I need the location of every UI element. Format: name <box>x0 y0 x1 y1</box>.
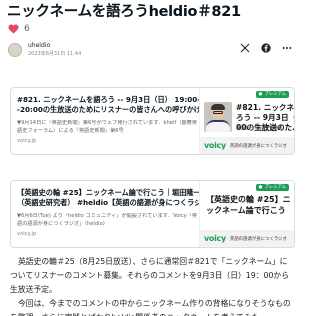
author-date: 2023年8月31日 11:44 <box>28 51 82 57</box>
heart-icon[interactable] <box>8 24 19 34</box>
article-title: ニックネームを語ろうheldio＃821 <box>7 4 241 20</box>
card-description: ▼9月14日に『英語史新聞』第6号がウェブ発行されています．khelf（慶應英語… <box>17 120 198 134</box>
premium-badge: ● プレミアム <box>255 184 289 191</box>
premium-badge: ● プレミアム <box>255 91 289 98</box>
voicy-logo-icon: voicy <box>204 234 226 243</box>
host-photo <box>204 102 232 132</box>
card-text: 【英語史の輪 #25】ニックネーム論で行こう｜堀田隆一（英語史研究者） #hel… <box>17 188 202 237</box>
more-icon[interactable] <box>282 43 292 53</box>
card-text: #821. ニックネームを語ろう -- 9月3日（日） 19:00--20:00… <box>17 95 202 144</box>
thumbnail-footer: voicy 英語の語源が身につくラジオ <box>200 230 294 247</box>
body-paragraph: 今回は、今までのコメントの中からニックネーム作りの背格になりそうなものを整理、さ… <box>10 299 291 316</box>
premium-badge-label: プレミアム <box>264 92 286 97</box>
thumbnail-host: 堀田隆一（英語史研究者） <box>236 125 287 130</box>
card-host: voicy.jp <box>17 231 37 237</box>
card-title[interactable]: 【英語史の輪 #25】ニックネーム論で行こう｜堀田隆一（英語史研究者） #hel… <box>17 188 202 208</box>
facebook-icon[interactable] <box>261 43 271 53</box>
card-thumbnail[interactable]: ● プレミアム #821. ニックネームを ろう -- 9月3日（日） 00の生… <box>199 88 294 154</box>
card-host: voicy.jp <box>17 138 37 144</box>
link-card-wa-25[interactable]: 【英語史の輪 #25】ニックネーム論で行こう｜堀田隆一（英語史研究者） #hel… <box>10 180 295 248</box>
author-name[interactable]: uheldio <box>28 42 81 50</box>
avatar[interactable] <box>8 43 22 57</box>
author-meta: uheldio 2023年8月31日 11:44 <box>28 42 81 58</box>
thumbnail-title: 【英語史の輪 #25】ニ ックネーム論で行こう <box>206 195 291 215</box>
card-title[interactable]: #821. ニックネームを語ろう -- 9月3日（日） 19:00--20:00… <box>17 95 202 115</box>
link-card-821[interactable]: #821. ニックネームを語ろう -- 9月3日（日） 19:00--20:00… <box>10 87 295 155</box>
share-icons <box>240 43 292 53</box>
author-row: uheldio 2023年8月31日 11:44 <box>8 40 294 60</box>
article-body: 英語史の輪＃25（8月25日放送）、さらに通常回＃821で「ニックネーム」につい… <box>10 255 295 316</box>
thumbnail-footer-text: 英語の語源が身につくラジオ <box>229 236 287 242</box>
like-row: 6 <box>8 24 30 34</box>
like-count: 6 <box>24 24 30 34</box>
x-icon[interactable] <box>240 43 250 53</box>
premium-icon: ● <box>258 92 263 97</box>
card-thumbnail[interactable]: ● プレミアム 【英語史の輪 #25】ニ ックネーム論で行こう voicy 英語… <box>199 181 294 247</box>
card-description: ▼6月6日(Tue) より「heldio コミュニティ」が開設されています．Vo… <box>17 213 198 227</box>
thumbnail-footer-text: 英語の語源が身につくラジオ <box>229 143 287 149</box>
voicy-logo-icon: voicy <box>204 141 226 150</box>
thumbnail-footer: voicy 英語の語源が身につくラジオ <box>200 137 294 154</box>
body-paragraph: 英語史の輪＃25（8月25日放送）、さらに通常回＃821で「ニックネーム」につい… <box>10 257 290 294</box>
premium-badge-label: プレミアム <box>264 185 286 190</box>
premium-icon: ● <box>258 185 263 190</box>
